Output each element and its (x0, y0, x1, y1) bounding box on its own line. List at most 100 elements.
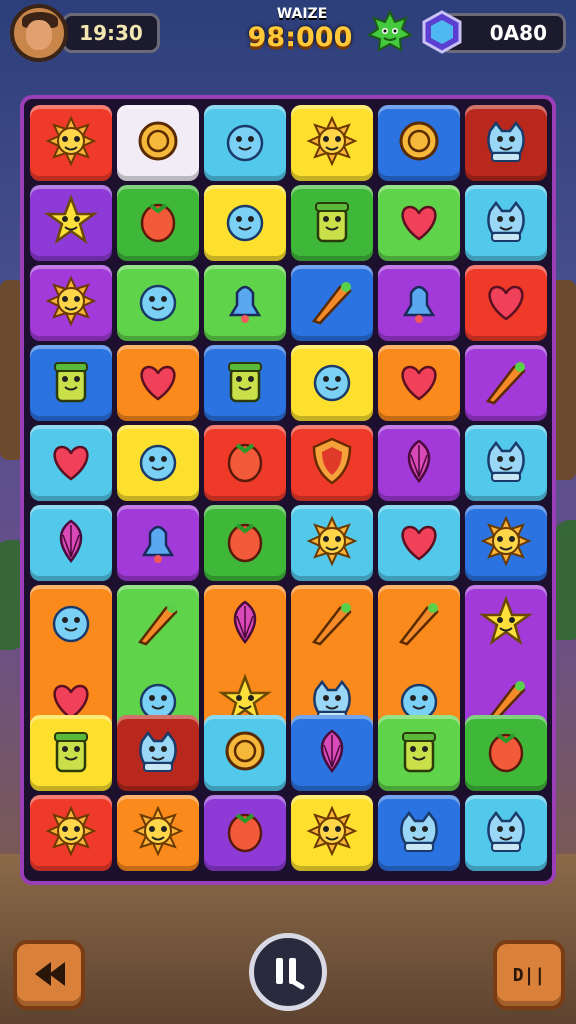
gem-icon (422, 10, 462, 54)
game-board (20, 95, 556, 885)
board-tile[interactable] (378, 345, 460, 421)
orange-fruit-icon (393, 115, 445, 171)
house-box-icon (45, 355, 97, 411)
board-tile[interactable] (117, 345, 199, 421)
board-tile[interactable] (465, 715, 547, 791)
pig-icon (480, 195, 532, 251)
squid-icon (393, 435, 445, 491)
balloon-icon (219, 596, 271, 652)
board-tile[interactable] (465, 105, 547, 181)
score-value: 98:000 (247, 22, 353, 53)
smiley-icon (306, 355, 358, 411)
pause-button[interactable] (249, 933, 327, 1011)
board-tile[interactable] (30, 425, 112, 501)
board-tile[interactable] (30, 185, 112, 261)
timer-display: 19:30 (62, 13, 160, 53)
board-tile[interactable] (204, 265, 286, 341)
back-icon (35, 961, 65, 986)
board-tile[interactable] (465, 795, 547, 871)
board-tile[interactable] (30, 345, 112, 421)
board-tile[interactable] (291, 425, 373, 501)
board-tile[interactable] (378, 265, 460, 341)
board-tile[interactable] (117, 105, 199, 181)
turtle-icon (219, 115, 271, 171)
bowl-icon (480, 115, 532, 171)
owl-icon (393, 805, 445, 861)
board-tile[interactable] (465, 425, 547, 501)
cat-icon (480, 805, 532, 861)
board-tile[interactable] (117, 265, 199, 341)
board-tile[interactable] (30, 715, 112, 791)
board-tile[interactable] (204, 345, 286, 421)
bell-icon (132, 515, 184, 571)
feather-icon (306, 596, 358, 652)
bell-pepper-icon (219, 275, 271, 331)
leaf-icon (219, 515, 271, 571)
board-tile[interactable] (30, 105, 112, 181)
star-face-icon (44, 194, 98, 251)
feather-icon (132, 596, 184, 652)
popcorn-icon (219, 355, 271, 411)
board-tile[interactable] (117, 425, 199, 501)
octopus-icon (132, 725, 184, 781)
board-tile[interactable] (291, 185, 373, 261)
strawberry-icon (132, 195, 184, 251)
board-tile[interactable] (291, 795, 373, 871)
cat-icon (480, 435, 532, 491)
rose-icon (306, 805, 358, 861)
board-tile[interactable] (465, 185, 547, 261)
sun-face-icon (480, 515, 532, 571)
sun-face-icon (45, 115, 97, 171)
carrot-icon (306, 275, 358, 331)
board-tile[interactable] (30, 265, 112, 341)
lemon-icon (219, 435, 271, 491)
board-tile[interactable] (204, 795, 286, 871)
heart-outline-icon (132, 355, 184, 411)
board-tile[interactable] (30, 795, 112, 871)
board-tile[interactable] (291, 505, 373, 581)
board-tile[interactable] (291, 105, 373, 181)
board-tile[interactable] (204, 105, 286, 181)
board-tile[interactable] (204, 505, 286, 581)
board-tile[interactable] (204, 425, 286, 501)
board-tile[interactable] (204, 715, 286, 791)
board-tile[interactable] (291, 265, 373, 341)
heart-icon (45, 435, 97, 491)
pause-icon (276, 957, 305, 989)
board-tile[interactable] (117, 715, 199, 791)
board-tile[interactable] (465, 505, 547, 581)
bell-icon (393, 275, 445, 331)
ring-icon (219, 725, 271, 781)
board-tile[interactable] (378, 505, 460, 581)
board-tile[interactable] (465, 345, 547, 421)
board-tile[interactable] (378, 185, 460, 261)
shell-icon (306, 725, 358, 781)
board-tile[interactable] (465, 265, 547, 341)
board-tile[interactable] (378, 795, 460, 871)
board-tile[interactable] (204, 185, 286, 261)
board-tile[interactable] (378, 715, 460, 791)
pepper-icon (393, 596, 445, 652)
board-tile[interactable] (291, 715, 373, 791)
sun-face-icon (306, 515, 358, 571)
board-tile[interactable] (378, 105, 460, 181)
board-tile[interactable] (117, 185, 199, 261)
heart-pin-icon (480, 275, 532, 331)
menu-button[interactable]: D|| (493, 940, 565, 1010)
board-tile[interactable] (30, 505, 112, 581)
player-avatar[interactable] (10, 4, 68, 62)
pie-icon (132, 115, 184, 171)
cabbage-icon (132, 805, 184, 861)
winged-crest-icon (219, 195, 271, 251)
watermelon-icon (480, 725, 532, 781)
board-tile[interactable] (117, 505, 199, 581)
heart-icon (393, 195, 445, 251)
board-tile[interactable] (291, 345, 373, 421)
board-tile[interactable] (378, 425, 460, 501)
sunflower-icon (306, 115, 358, 171)
board-tile[interactable] (117, 795, 199, 871)
back-button[interactable] (13, 940, 85, 1010)
score-label: WAIZE (276, 6, 328, 22)
fish-icon (45, 596, 97, 652)
boot-icon (393, 725, 445, 781)
